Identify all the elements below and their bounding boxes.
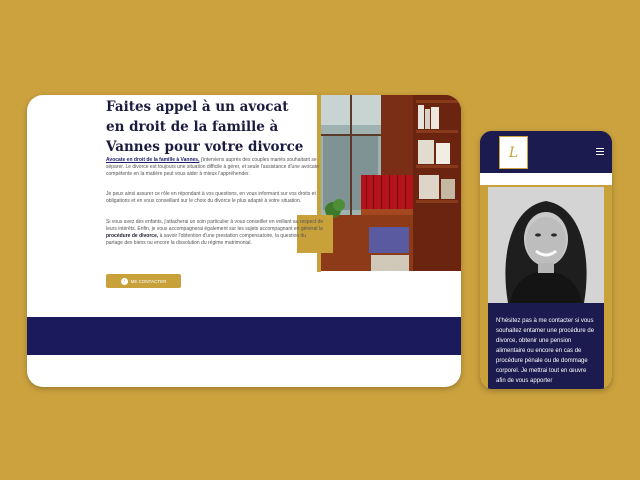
divorce-procedure-bold: procédure de divorce, xyxy=(106,233,159,239)
role-paragraph: Je peux ainsi assurer ce rôle en réponda… xyxy=(106,191,316,204)
mobile-mockup: L N'hésitez pas à me contacter si vous s… xyxy=(480,131,612,389)
lawyer-portrait-image xyxy=(488,187,604,303)
arrow-right-circle-icon: › xyxy=(120,277,128,285)
logo-monogram: L xyxy=(508,144,519,161)
contact-button[interactable]: › ME CONTACTER xyxy=(106,274,181,288)
mobile-header: L xyxy=(480,131,612,173)
logo[interactable]: L xyxy=(499,136,528,169)
page-title: Faites appel à un avocat en droit de la … xyxy=(106,99,304,155)
office-bookshelf-image xyxy=(321,95,461,271)
mobile-white-strip xyxy=(480,173,612,185)
intro-paragraph: Avocate en droit de la famille à Vannes,… xyxy=(106,157,324,178)
children-text-a: Si vous avez des enfants, j'attacherai u… xyxy=(106,219,324,232)
hamburger-menu-icon[interactable] xyxy=(596,148,604,155)
mobile-contact-text: N'hésitez pas à me contacter si vous sou… xyxy=(496,318,595,384)
contact-button-label: ME CONTACTER xyxy=(130,278,167,284)
navy-footer-band xyxy=(27,317,461,355)
children-paragraph: Si vous avez des enfants, j'attacherai u… xyxy=(106,219,324,247)
family-lawyer-link[interactable]: Avocate en droit de la famille à Vannes, xyxy=(106,157,199,163)
desktop-mockup: Faites appel à un avocat en droit de la … xyxy=(27,95,461,387)
